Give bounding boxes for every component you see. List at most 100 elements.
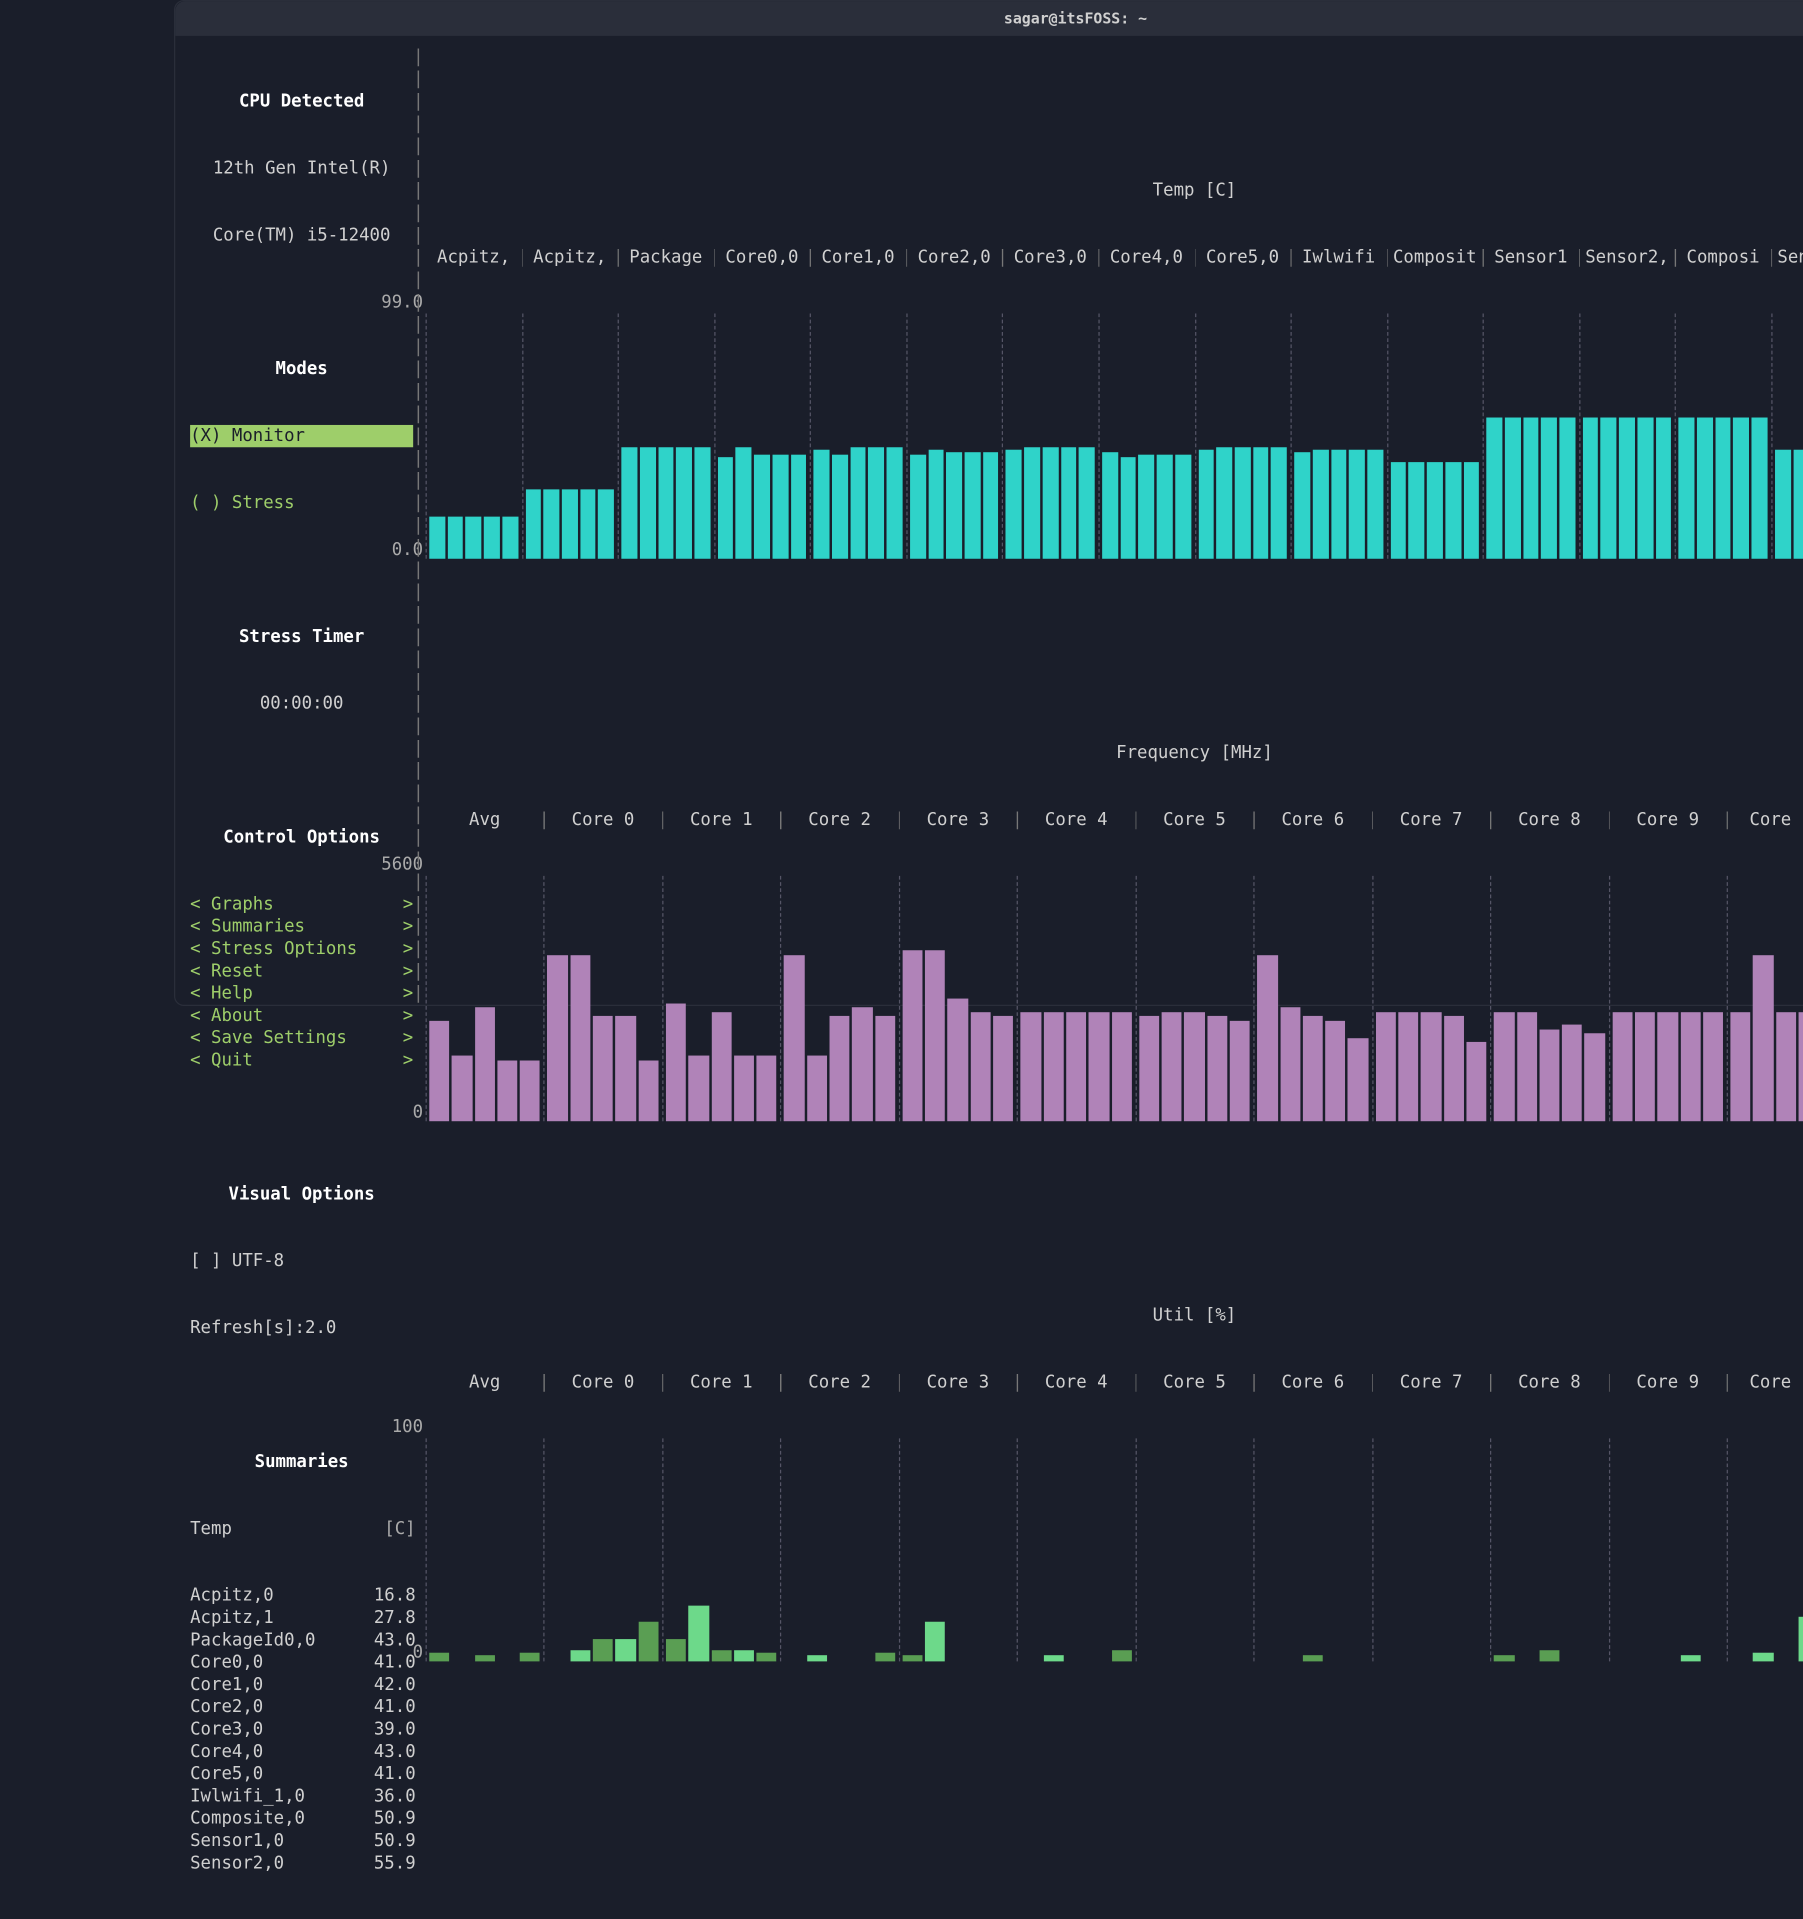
refresh-value[interactable]: Refresh[s]:2.0 <box>190 1317 336 1339</box>
chart-column-label: Iwlwifi <box>1291 247 1387 269</box>
chart-bar <box>1253 447 1269 559</box>
chart-bar <box>1601 418 1617 559</box>
chart-bar <box>1539 1029 1559 1121</box>
chart-column <box>1490 1438 1608 1661</box>
menu-about[interactable]: < About> <box>190 1005 413 1027</box>
chart-column <box>1771 313 1803 558</box>
chart-bar <box>1562 1025 1582 1121</box>
chart-column <box>426 1438 544 1661</box>
chart-column <box>1254 1438 1372 1661</box>
chart-column <box>810 313 906 558</box>
chart-bar <box>1175 455 1191 559</box>
chart-bar <box>1776 1012 1796 1122</box>
chart-bar <box>580 489 596 558</box>
chart-column <box>426 876 544 1121</box>
chart-column <box>1372 1438 1490 1661</box>
chart-bar <box>850 447 866 559</box>
menu-help[interactable]: < Help> <box>190 982 413 1004</box>
chart-bar <box>1111 1650 1131 1661</box>
chart-column <box>662 876 780 1121</box>
freq-chart-title: Frequency [MHz] <box>426 742 1803 764</box>
chart-bar <box>1505 418 1521 559</box>
stress-timer-value: 00:00:00 <box>190 693 413 715</box>
chart-bar <box>902 950 922 1121</box>
menu-quit[interactable]: < Quit> <box>190 1049 413 1071</box>
chart-column <box>1675 313 1771 558</box>
chart-column-label: Core 4 <box>1017 809 1135 831</box>
chart-column-label: Core 5 <box>1135 809 1253 831</box>
chart-column <box>1254 876 1372 1121</box>
chart-bar <box>1541 418 1557 559</box>
chart-bar <box>562 489 578 558</box>
freq-chart-body: 5600 0 <box>426 876 1803 1121</box>
chart-bar <box>1637 418 1653 559</box>
chart-bar <box>497 1060 517 1121</box>
chart-bar <box>970 1012 990 1122</box>
freq-chart-header: AvgCore 0Core 1Core 2Core 3Core 4Core 5C… <box>426 809 1803 831</box>
chart-bar <box>1793 450 1803 559</box>
mode-stress[interactable]: ( ) Stress <box>190 492 294 514</box>
terminal-window: sagar@itsFOSS: ~ − ＋ ✕ CPU Detected 12th… <box>174 0 1803 1006</box>
chart-bar <box>925 950 945 1121</box>
chart-bar <box>1102 452 1118 559</box>
chart-bar <box>676 447 692 559</box>
chart-bar <box>784 955 804 1121</box>
menu-summaries[interactable]: < Summaries> <box>190 916 413 938</box>
menu-reset[interactable]: < Reset> <box>190 960 413 982</box>
menu-stress options[interactable]: < Stress Options> <box>190 938 413 960</box>
chart-bar <box>666 1003 686 1121</box>
chart-bar <box>484 517 500 559</box>
util-chart-title: Util [%] <box>426 1305 1803 1327</box>
chart-bar <box>925 1621 945 1661</box>
menu-graphs[interactable]: < Graphs> <box>190 893 413 915</box>
chart-column-label: Avg <box>426 1371 544 1393</box>
control-options-label: Control Options <box>190 826 413 848</box>
chart-column <box>662 1438 780 1661</box>
chart-column <box>1017 1438 1135 1661</box>
chart-bar <box>1331 450 1347 559</box>
chart-column <box>899 1438 1017 1661</box>
sidebar: CPU Detected 12th Gen Intel(R) Core(TM) … <box>190 46 425 1919</box>
chart-column-label: Avg <box>426 809 544 831</box>
utf8-toggle[interactable]: [ ] UTF-8 <box>190 1250 284 1272</box>
chart-bar <box>1376 1012 1396 1122</box>
titlebar[interactable]: sagar@itsFOSS: ~ − ＋ ✕ <box>175 1 1803 36</box>
chart-column-label: Core 1 <box>662 1371 780 1393</box>
chart-bar <box>1390 462 1406 559</box>
chart-bar <box>1517 1012 1537 1122</box>
chart-bar <box>1619 418 1635 559</box>
mode-monitor[interactable]: (X) Monitor <box>190 425 413 447</box>
chart-bar <box>1585 1034 1605 1122</box>
summary-row: Sensor2,055.9 <box>190 1852 416 1874</box>
pipe-separator: | | | | | | | | | | | | | | | | | | | | … <box>413 46 423 1005</box>
chart-column <box>426 313 522 558</box>
chart-bar <box>1523 418 1539 559</box>
chart-bar <box>1715 418 1731 559</box>
chart-bar <box>832 455 848 559</box>
chart-column-label: Core 10 <box>1727 1371 1803 1393</box>
chart-bar <box>1042 447 1058 559</box>
chart-bar <box>757 1652 777 1661</box>
chart-bar <box>887 447 903 559</box>
chart-column-label: Core 8 <box>1490 809 1608 831</box>
chart-bar <box>910 455 926 559</box>
chart-column <box>780 1438 898 1661</box>
chart-bar <box>1043 1012 1063 1122</box>
chart-bar <box>694 447 710 559</box>
chart-bar <box>868 447 884 559</box>
chart-bar <box>1111 1012 1131 1122</box>
chart-bar <box>948 999 968 1122</box>
summary-row: Core3,039.0 <box>190 1718 416 1740</box>
chart-bar <box>1658 1012 1678 1122</box>
chart-column <box>522 313 618 558</box>
menu-save settings[interactable]: < Save Settings> <box>190 1027 413 1049</box>
chart-bar <box>1139 1016 1159 1121</box>
chart-bar <box>1753 1652 1773 1661</box>
chart-column <box>1609 1438 1727 1661</box>
chart-bar <box>1216 447 1232 559</box>
chart-bar <box>1230 1020 1250 1121</box>
chart-bar <box>772 455 788 559</box>
chart-bar <box>734 1650 754 1661</box>
chart-bar <box>666 1639 686 1661</box>
chart-bar <box>1061 447 1077 559</box>
